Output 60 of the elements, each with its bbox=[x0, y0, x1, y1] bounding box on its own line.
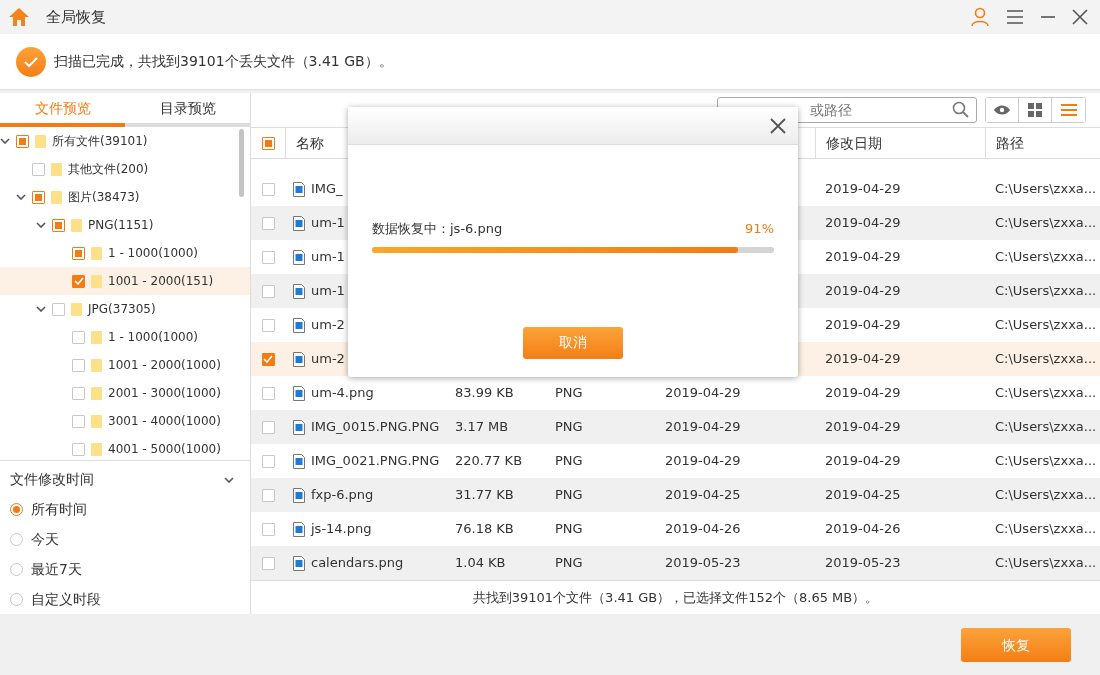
summary-text: 共找到39101个文件（3.41 GB），已选择文件152个（8.65 MB）。 bbox=[472, 588, 879, 607]
table-cell: 2019-04-29 bbox=[825, 181, 901, 197]
table-cell: 220.77 KB bbox=[455, 453, 523, 469]
table-cell: 2019-04-29 bbox=[825, 249, 901, 265]
table-cell: 2019-04-25 bbox=[665, 487, 741, 503]
table-cell: 3.17 MB bbox=[455, 419, 509, 435]
file-name: calendars.png bbox=[311, 554, 404, 573]
file-name: um-2 bbox=[311, 316, 345, 335]
table-cell: PNG bbox=[555, 487, 583, 503]
table-cell: PNG bbox=[555, 385, 583, 401]
table-cell: C:\Users\zxxa... bbox=[995, 487, 1097, 503]
table-cell: PNG bbox=[555, 453, 583, 469]
table-cell: 2019-04-29 bbox=[825, 419, 901, 435]
table-cell: 2019-04-29 bbox=[825, 385, 901, 401]
table-cell: 2019-04-29 bbox=[825, 317, 901, 333]
table-cell: 31.77 KB bbox=[455, 487, 514, 503]
table-cell: 83.99 KB bbox=[455, 385, 514, 401]
table-cell: C:\Users\zxxa... bbox=[995, 249, 1097, 265]
table-cell: C:\Users\zxxa... bbox=[995, 181, 1097, 197]
table-cell: 2019-04-29 bbox=[665, 419, 741, 435]
table-cell: C:\Users\zxxa... bbox=[995, 283, 1097, 299]
table-cell: 2019-05-23 bbox=[665, 555, 741, 571]
file-name: js-14.png bbox=[311, 520, 372, 539]
file-name: um-1 bbox=[311, 248, 345, 267]
table-cell: 2019-04-29 bbox=[825, 453, 901, 469]
table-cell: 2019-04-26 bbox=[665, 521, 741, 537]
table-cell: C:\Users\zxxa... bbox=[995, 351, 1097, 367]
table-cell: 2019-04-25 bbox=[825, 487, 901, 503]
table-cell: C:\Users\zxxa... bbox=[995, 385, 1097, 401]
table-cell: C:\Users\zxxa... bbox=[995, 317, 1097, 333]
file-name: IMG_0021.PNG.PNG bbox=[311, 452, 440, 471]
file-name: um-2 bbox=[311, 350, 345, 369]
scan-status: 扫描已完成，共找到39101个丢失文件（3.41 GB）。 bbox=[54, 52, 393, 71]
file-name: IMG_0015.PNG.PNG bbox=[311, 418, 440, 437]
recovery-message: 数据恢复中：js-6.png bbox=[372, 220, 503, 238]
file-name: um-4.png bbox=[311, 384, 374, 403]
table-cell: 2019-04-26 bbox=[825, 521, 901, 537]
progress-percent: 91% bbox=[745, 220, 774, 238]
filter-title: 文件修改时间 bbox=[10, 470, 94, 489]
table-cell: C:\Users\zxxa... bbox=[995, 555, 1097, 571]
table-cell: C:\Users\zxxa... bbox=[995, 521, 1097, 537]
file-name: um-1 bbox=[311, 214, 345, 233]
file-name: IMG_ bbox=[311, 180, 343, 199]
table-cell: 2019-04-29 bbox=[825, 351, 901, 367]
table-cell: PNG bbox=[555, 555, 583, 571]
table-cell: 2019-04-29 bbox=[825, 283, 901, 299]
file-name: fxp-6.png bbox=[311, 486, 374, 505]
table-cell: 1.04 KB bbox=[455, 555, 506, 571]
file-name: um-1 bbox=[311, 282, 345, 301]
table-cell: 2019-05-23 bbox=[825, 555, 901, 571]
table-cell: 2019-04-29 bbox=[665, 453, 741, 469]
table-cell: C:\Users\zxxa... bbox=[995, 215, 1097, 231]
window-title: 全局恢复 bbox=[46, 6, 106, 28]
table-cell: PNG bbox=[555, 419, 583, 435]
table-cell: C:\Users\zxxa... bbox=[995, 419, 1097, 435]
table-cell: 2019-04-29 bbox=[665, 385, 741, 401]
table-cell: 76.18 KB bbox=[455, 521, 514, 537]
table-cell: PNG bbox=[555, 521, 583, 537]
table-cell: 2019-04-29 bbox=[825, 215, 901, 231]
table-cell: C:\Users\zxxa... bbox=[995, 453, 1097, 469]
